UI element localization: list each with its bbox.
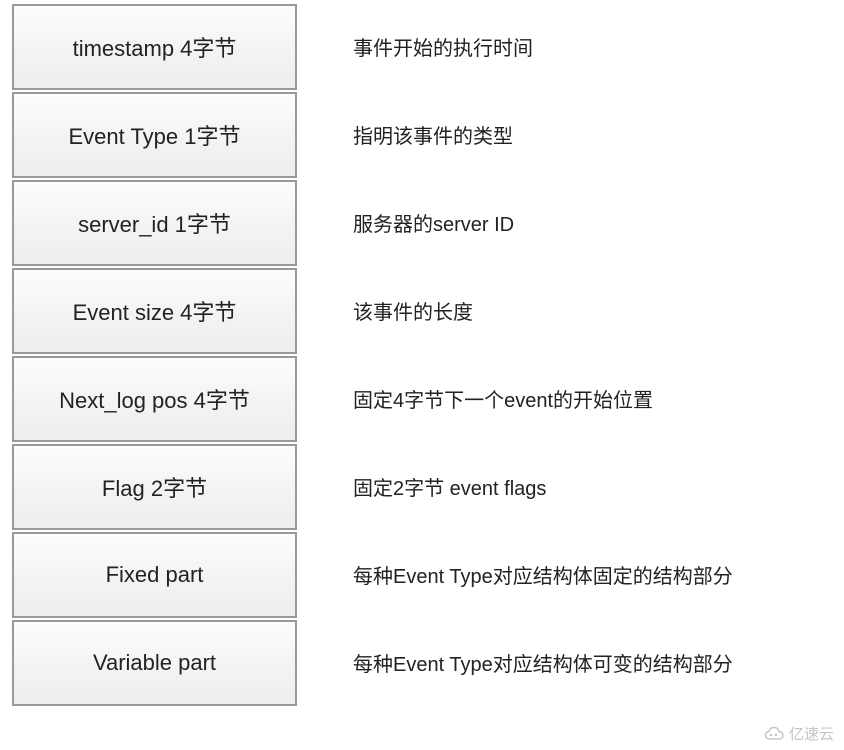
field-event-type: Event Type 1字节: [12, 92, 297, 178]
row-event-type: Event Type 1字节 指明该事件的类型: [12, 90, 844, 178]
row-event-size: Event size 4字节 该事件的长度: [12, 266, 844, 354]
field-fixed-part: Fixed part: [12, 532, 297, 618]
field-event-size: Event size 4字节: [12, 268, 297, 354]
row-fixed-part: Fixed part 每种Event Type对应结构体固定的结构部分: [12, 530, 844, 618]
cloud-icon: [764, 726, 786, 742]
field-timestamp: timestamp 4字节: [12, 4, 297, 90]
desc-variable-part: 每种Event Type对应结构体可变的结构部分: [353, 648, 733, 677]
field-flag: Flag 2字节: [12, 444, 297, 530]
desc-event-size: 该事件的长度: [353, 296, 473, 325]
desc-next-log-pos: 固定4字节下一个event的开始位置: [353, 384, 653, 413]
desc-timestamp: 事件开始的执行时间: [353, 32, 533, 61]
row-variable-part: Variable part 每种Event Type对应结构体可变的结构部分: [12, 618, 844, 706]
row-server-id: server_id 1字节 服务器的server ID: [12, 178, 844, 266]
desc-flag: 固定2字节 event flags: [353, 472, 546, 501]
row-timestamp: timestamp 4字节 事件开始的执行时间: [12, 2, 844, 90]
watermark: 亿速云: [764, 723, 834, 744]
watermark-text: 亿速云: [789, 723, 834, 744]
field-variable-part: Variable part: [12, 620, 297, 706]
field-server-id: server_id 1字节: [12, 180, 297, 266]
field-next-log-pos: Next_log pos 4字节: [12, 356, 297, 442]
desc-fixed-part: 每种Event Type对应结构体固定的结构部分: [353, 560, 733, 589]
row-next-log-pos: Next_log pos 4字节 固定4字节下一个event的开始位置: [12, 354, 844, 442]
desc-server-id: 服务器的server ID: [353, 208, 514, 237]
event-structure-diagram: timestamp 4字节 事件开始的执行时间 Event Type 1字节 指…: [12, 2, 844, 706]
row-flag: Flag 2字节 固定2字节 event flags: [12, 442, 844, 530]
desc-event-type: 指明该事件的类型: [353, 120, 513, 149]
